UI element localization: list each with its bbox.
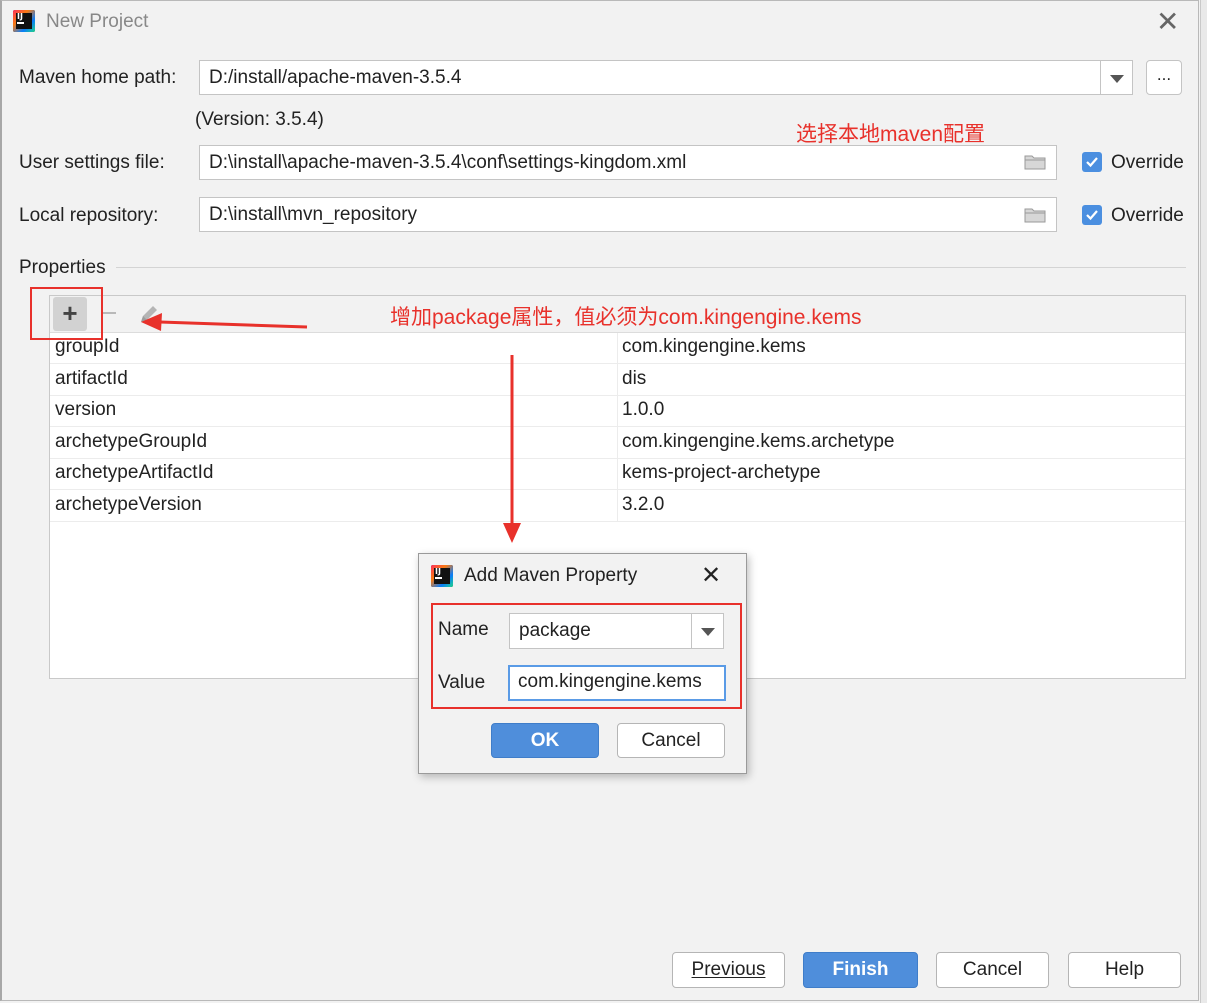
- name-field-label: Name: [438, 619, 489, 640]
- property-value-input[interactable]: com.kingengine.kems: [508, 665, 726, 701]
- arrowhead-down: [503, 523, 521, 543]
- intellij-app-icon: IJ: [431, 565, 453, 587]
- arrow-to-add-button: [159, 320, 308, 329]
- help-button[interactable]: Help: [1068, 952, 1181, 988]
- previous-button[interactable]: Previous: [672, 952, 785, 988]
- value-field-label: Value: [438, 672, 486, 693]
- dialog-cancel-button[interactable]: Cancel: [617, 723, 725, 758]
- property-name-dropdown-button[interactable]: [691, 613, 724, 649]
- dialog-close-icon[interactable]: ✕: [701, 562, 721, 590]
- finish-button-label: Finish: [832, 959, 889, 980]
- dialog-title: Add Maven Property: [464, 565, 638, 586]
- finish-button[interactable]: Finish: [803, 952, 918, 988]
- arrowhead-left: [141, 313, 162, 331]
- cancel-button[interactable]: Cancel: [936, 952, 1049, 988]
- property-name-combobox[interactable]: package: [509, 613, 692, 649]
- previous-button-label: Previous: [691, 959, 766, 980]
- ok-button[interactable]: OK: [491, 723, 599, 758]
- chevron-down-icon: [701, 628, 715, 636]
- annotation-arrows: [141, 313, 521, 543]
